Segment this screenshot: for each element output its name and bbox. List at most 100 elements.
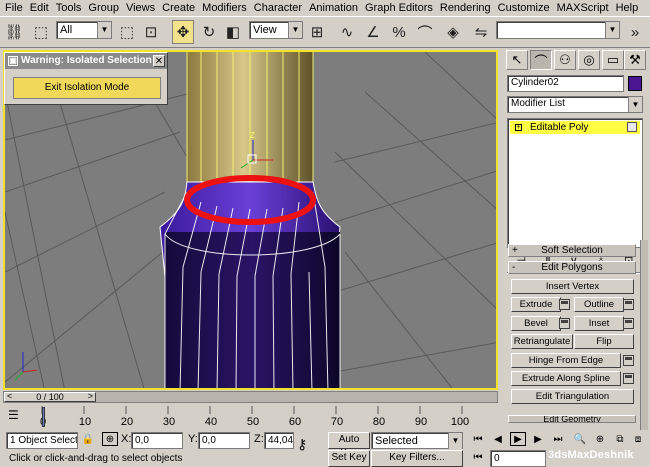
bevel-button[interactable]: Bevel <box>511 316 561 331</box>
rollout-label: Soft Selection <box>541 245 603 256</box>
stack-item-editable-poly[interactable]: + Editable Poly <box>510 121 640 134</box>
menu-modifiers[interactable]: Modifiers <box>200 2 252 14</box>
modifier-list-dropdown[interactable]: Modifier List ▼ <box>507 96 643 113</box>
extrude-button[interactable]: Extrude <box>511 297 561 312</box>
auto-key-button[interactable]: Auto Key <box>328 432 370 459</box>
chevron-down-icon: ▼ <box>288 22 302 38</box>
utilities-tab-icon[interactable]: ⚒ <box>624 50 646 70</box>
rollout-label: Edit Polygons <box>541 262 603 273</box>
region-select-icon[interactable]: ⬚ <box>30 20 52 44</box>
menu-rendering[interactable]: Rendering <box>438 2 496 14</box>
select-scale-icon[interactable]: ◧ <box>222 20 244 44</box>
menu-edit[interactable]: Edit <box>28 2 54 14</box>
rollout-edit-geometry[interactable]: Edit Geometry <box>508 415 636 423</box>
object-name-field[interactable]: Cylinder02 <box>507 75 624 92</box>
time-slider[interactable]: < 0 / 100 > <box>3 391 498 403</box>
menu-create[interactable]: Create <box>160 2 200 14</box>
subobject-icon <box>627 122 637 132</box>
menu-views[interactable]: Views <box>124 2 160 14</box>
set-key-button[interactable]: Set Key <box>328 450 370 467</box>
extrude-settings-icon[interactable] <box>559 299 570 310</box>
insert-vertex-button[interactable]: Insert Vertex <box>511 279 634 294</box>
rollout-soft-selection[interactable]: + Soft Selection <box>508 244 636 257</box>
retriangulate-button[interactable]: Retriangulate <box>511 334 573 349</box>
modify-tab-icon[interactable]: ⌒ <box>530 50 552 70</box>
display-tab-icon[interactable]: ▭ <box>602 50 624 70</box>
select-link-icon[interactable]: ⛓ <box>3 20 25 44</box>
menu-graph-editors[interactable]: Graph Editors <box>363 2 438 14</box>
menu-maxscript[interactable]: MAXScript <box>555 2 614 14</box>
zoom-extents-all-icon[interactable]: ⧈ <box>630 432 646 446</box>
track-bar[interactable]: ☰ 0 10 20 30 40 50 60 70 80 90 100 <box>0 404 500 428</box>
go-to-start-icon[interactable]: ⏮ <box>470 432 486 446</box>
prompt-line: Click or click-and-drag to select object… <box>6 451 294 467</box>
z-coordinate-field[interactable]: 44,043 <box>264 432 294 449</box>
snap-3d-icon[interactable]: ∿ <box>336 20 358 44</box>
selection-count-field: 1 Object Selected <box>6 432 78 449</box>
angle-snap-icon[interactable]: ∠ <box>362 20 384 44</box>
rollout-edit-polygons[interactable]: - Edit Polygons <box>508 261 636 274</box>
hinge-from-edge-button[interactable]: Hinge From Edge <box>511 353 621 368</box>
spinner-snap-icon[interactable]: ⌒ <box>414 20 436 44</box>
ruler-label: 100 <box>450 416 470 428</box>
zoom-icon[interactable]: 🔍 <box>572 432 588 446</box>
key-mode-toggle-icon[interactable]: ⏮ <box>470 450 486 464</box>
outline-settings-icon[interactable] <box>623 299 634 310</box>
hinge-settings-icon[interactable] <box>623 355 634 366</box>
menu-help[interactable]: Help <box>614 2 644 14</box>
object-color-swatch[interactable] <box>628 76 642 91</box>
extrude-spline-settings-icon[interactable] <box>623 373 634 384</box>
select-rotate-icon[interactable]: ↻ <box>198 20 220 44</box>
previous-frame-icon[interactable]: ◀ <box>490 432 506 446</box>
selection-filter-dropdown[interactable]: All ▼ <box>56 21 112 39</box>
dialog-titlebar[interactable]: ▣ Warning: Isolated Selection <box>5 53 167 69</box>
inset-settings-icon[interactable] <box>623 318 634 329</box>
zoom-all-icon[interactable]: ⊕ <box>592 432 608 446</box>
go-to-end-icon[interactable]: ⏭ <box>550 432 566 446</box>
named-selection-icon[interactable]: ◈ <box>442 20 464 44</box>
hierarchy-tab-icon[interactable]: ⚇ <box>554 50 576 70</box>
y-coordinate-field[interactable]: 0,0 <box>198 432 250 449</box>
absolute-mode-icon[interactable]: ⊕ <box>102 432 118 446</box>
select-by-name-icon[interactable]: ⊡ <box>140 20 162 44</box>
zoom-extents-icon[interactable]: ⧉ <box>612 432 628 446</box>
current-frame-field[interactable]: 0 <box>490 450 546 467</box>
time-slider-thumb[interactable]: < 0 / 100 > <box>4 392 96 402</box>
edit-triangulation-button[interactable]: Edit Triangulation <box>511 389 634 404</box>
flip-button[interactable]: Flip <box>574 334 634 349</box>
exit-isolation-button[interactable]: Exit Isolation Mode <box>13 77 161 99</box>
play-icon[interactable]: ▶ <box>510 432 526 446</box>
outline-button[interactable]: Outline <box>574 297 624 312</box>
key-mode-dropdown[interactable]: Selected ▼ <box>371 432 463 449</box>
close-icon[interactable]: ✕ <box>153 55 165 67</box>
set-key-mode-icon[interactable]: ⚷ <box>297 436 307 453</box>
named-selection-sets-dropdown[interactable]: ▼ <box>496 21 620 39</box>
ruler-label: 70 <box>330 416 344 428</box>
extrude-along-spline-button[interactable]: Extrude Along Spline <box>511 371 621 386</box>
motion-tab-icon[interactable]: ◎ <box>578 50 600 70</box>
mirror-icon[interactable]: ⇋ <box>470 20 492 44</box>
create-tab-icon[interactable]: ↖ <box>506 50 528 70</box>
scroll-toolbar-icon[interactable]: » <box>624 20 646 44</box>
reference-coord-dropdown[interactable]: View ▼ <box>249 21 303 39</box>
command-panel: ↖ ⌒ ⚇ ◎ ▭ ⚒ Cylinder02 Modifier List ▼ +… <box>502 50 648 390</box>
menu-character[interactable]: Character <box>252 2 307 14</box>
menu-group[interactable]: Group <box>86 2 124 14</box>
key-filters-button[interactable]: Key Filters... <box>371 450 463 467</box>
select-move-icon[interactable]: ✥ <box>172 20 194 44</box>
percent-snap-icon[interactable]: % <box>388 20 410 44</box>
x-coordinate-field[interactable]: 0,0 <box>131 432 183 449</box>
current-frame-marker[interactable] <box>42 407 45 427</box>
menu-tools[interactable]: Tools <box>54 2 87 14</box>
next-frame-icon[interactable]: ▶ <box>530 432 546 446</box>
lock-selection-icon[interactable]: 🔒 <box>80 432 96 446</box>
menu-customize[interactable]: Customize <box>496 2 555 14</box>
pivot-center-icon[interactable]: ⊞ <box>306 20 328 44</box>
bevel-settings-icon[interactable] <box>559 318 570 329</box>
menu-file[interactable]: File <box>3 2 28 14</box>
expand-icon[interactable]: + <box>515 124 522 131</box>
menu-animation[interactable]: Animation <box>307 2 363 14</box>
inset-button[interactable]: Inset <box>574 316 624 331</box>
command-panel-scrollbar[interactable] <box>640 240 648 430</box>
select-object-icon[interactable]: ⬚ <box>116 20 138 44</box>
